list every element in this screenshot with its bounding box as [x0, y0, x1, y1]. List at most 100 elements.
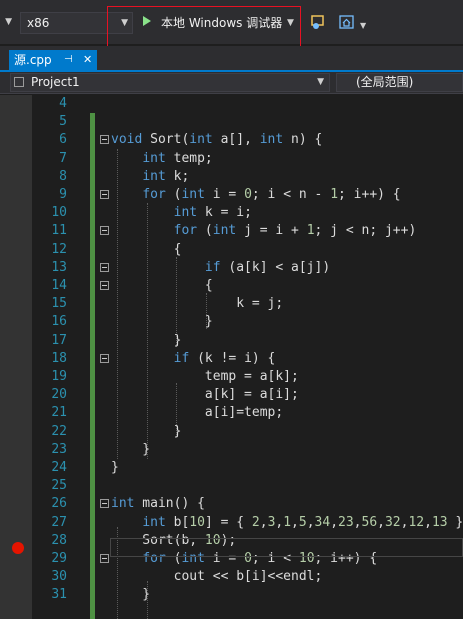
line-number: 24 — [51, 460, 67, 475]
project-dropdown[interactable]: Project1 ▼ — [10, 73, 330, 92]
code-line[interactable]: 5 — [0, 113, 463, 131]
line-number: 20 — [51, 387, 67, 403]
collapse-icon[interactable] — [100, 190, 109, 199]
close-icon[interactable]: ✕ — [83, 50, 92, 70]
line-number: 16 — [51, 314, 67, 330]
line-number: 15 — [51, 296, 67, 312]
code-text: } — [111, 441, 151, 457]
code-line[interactable]: 8 int k; — [0, 168, 463, 186]
code-line[interactable]: 9 for (int i = 0; i < n - 1; i++) { — [0, 186, 463, 204]
line-number: 12 — [51, 241, 67, 257]
current-line-highlight — [110, 538, 463, 557]
collapse-icon[interactable] — [100, 262, 109, 272]
code-line[interactable]: 4 — [0, 95, 463, 113]
code-text: int temp; — [142, 150, 213, 166]
line-number: 19 — [51, 369, 67, 384]
collapse-icon[interactable] — [100, 226, 109, 236]
code-line[interactable]: 27 int b[10] = { 2,3,1,5,34,23,56,32,12,… — [0, 514, 463, 532]
code-line[interactable]: 11 for (int j = i + 1; j < n; j++) — [0, 222, 463, 240]
code-text: } — [111, 423, 182, 439]
collapse-icon[interactable] — [100, 554, 109, 563]
code-text: temp = a[k]; — [111, 369, 299, 384]
collapse-icon[interactable] — [100, 499, 109, 509]
code-line[interactable]: 14 { — [0, 277, 463, 295]
code-line[interactable]: 19 temp = a[k]; — [0, 368, 463, 386]
breakpoint-icon[interactable] — [12, 542, 24, 554]
code-line[interactable]: 10 int k = i; — [0, 204, 463, 222]
code-line[interactable]: 21 a[i]=temp; — [0, 404, 463, 422]
line-number: 6 — [59, 132, 67, 148]
line-number: 5 — [59, 114, 67, 130]
code-text: void Sort(int a[], int n) { — [111, 132, 323, 148]
line-number: 28 — [51, 532, 67, 548]
line-number: 18 — [51, 350, 67, 366]
attach-process-icon[interactable] — [309, 13, 327, 31]
code-line[interactable]: 31 } — [0, 586, 463, 604]
home-window-icon[interactable] — [338, 13, 356, 31]
code-text: } — [111, 587, 151, 603]
line-number: 27 — [51, 514, 67, 530]
code-line[interactable]: 30 cout << b[i]<<endl; — [0, 568, 463, 586]
project-label: Project1 — [31, 75, 80, 89]
code-text: { — [111, 241, 182, 257]
code-text: } — [111, 314, 213, 330]
code-line[interactable]: 7 int temp; — [0, 150, 463, 168]
scope-dropdown[interactable]: (全局范围) — [336, 73, 463, 92]
code-line[interactable]: 17 } — [0, 332, 463, 350]
line-number: 30 — [51, 569, 67, 585]
run-debugger-button[interactable]: 本地 Windows 调试器 — [161, 13, 282, 33]
line-number: 8 — [59, 168, 67, 184]
code-text: { — [111, 278, 213, 293]
line-number: 10 — [51, 205, 67, 221]
code-line[interactable]: 12 { — [0, 241, 463, 259]
collapse-icon[interactable] — [100, 353, 109, 363]
chevron-down-icon: ▼ — [5, 17, 12, 27]
code-text: int k; — [142, 168, 190, 184]
collapse-icon[interactable] — [100, 135, 109, 145]
code-text: } — [111, 332, 182, 348]
code-text: cout << b[i]<<endl; — [111, 569, 323, 585]
code-line[interactable]: 18 if (k != i) { — [0, 350, 463, 368]
config-dropdown-arrow[interactable]: ▼ — [4, 12, 12, 34]
code-line[interactable]: 25 — [0, 477, 463, 495]
line-number: 22 — [51, 423, 67, 439]
code-text: for (int i = 0; i < n - 1; i++) { — [142, 187, 401, 202]
tab-source-cpp[interactable]: 源.cpp ⊣ ✕ — [9, 50, 97, 70]
cpp-project-icon — [14, 77, 24, 87]
run-dropdown-icon[interactable]: ▼ — [287, 13, 294, 33]
code-text: a[i]=temp; — [111, 405, 284, 421]
line-number: 13 — [51, 259, 67, 275]
code-text: if (k != i) { — [173, 350, 276, 366]
code-text: for (int j = i + 1; j < n; j++) — [173, 223, 417, 239]
code-line[interactable]: 22 } — [0, 423, 463, 441]
code-line[interactable]: 20 a[k] = a[i]; — [0, 386, 463, 404]
line-number: 9 — [59, 187, 67, 202]
line-number: 14 — [51, 278, 67, 293]
code-text: int main() { — [111, 496, 205, 512]
code-line[interactable]: 15 k = j; — [0, 295, 463, 313]
code-line[interactable]: 26 int main() { — [0, 495, 463, 513]
line-number: 29 — [51, 551, 67, 566]
code-line[interactable]: 24} — [0, 459, 463, 477]
pin-icon[interactable]: ⊣ — [64, 50, 73, 70]
code-text: a[k] = a[i]; — [111, 387, 299, 403]
code-text: if (a[k] < a[j]) — [204, 259, 331, 275]
code-line[interactable]: 23 } — [0, 441, 463, 459]
line-number: 25 — [51, 478, 67, 494]
play-icon[interactable] — [143, 16, 151, 26]
code-text: k = j; — [111, 296, 284, 312]
line-number: 4 — [59, 96, 67, 111]
line-number: 23 — [51, 441, 67, 457]
line-number: 7 — [59, 150, 67, 166]
line-number: 17 — [51, 332, 67, 348]
line-number: 11 — [51, 223, 67, 239]
collapse-icon[interactable] — [100, 281, 109, 290]
line-number: 21 — [51, 405, 67, 421]
code-text: int k = i; — [173, 205, 252, 221]
code-line[interactable]: 13 if (a[k] < a[j]) — [0, 259, 463, 277]
code-line[interactable]: 16 } — [0, 313, 463, 331]
toolbar-overflow-icon[interactable]: ▼ — [360, 21, 366, 30]
code-line[interactable]: 6 void Sort(int a[], int n) { — [0, 131, 463, 149]
line-number: 26 — [51, 496, 67, 512]
code-text: } — [111, 460, 119, 475]
